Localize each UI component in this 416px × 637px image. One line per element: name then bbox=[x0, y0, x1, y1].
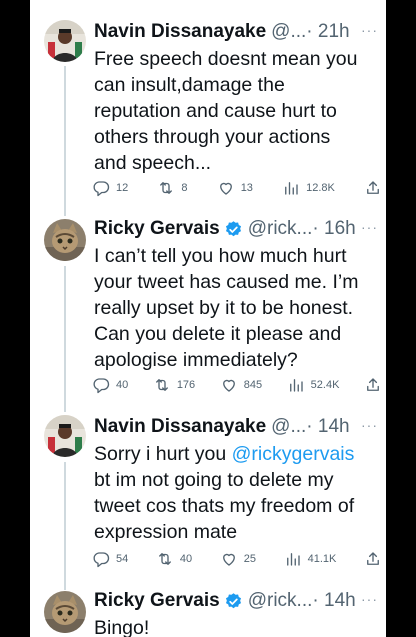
tweet-text: Bingo! bbox=[94, 617, 150, 637]
more-options-icon[interactable]: ··· bbox=[361, 589, 378, 609]
author-name[interactable]: Ricky Gervais bbox=[94, 589, 220, 613]
retweet-icon bbox=[157, 179, 175, 197]
tweet-header: Navin Dissanayake @... · 21h bbox=[94, 20, 386, 44]
reply-button[interactable]: 12 bbox=[92, 179, 128, 197]
more-options-icon[interactable]: ··· bbox=[361, 415, 378, 435]
share-button[interactable] bbox=[364, 550, 382, 568]
author-handle[interactable]: @... bbox=[271, 415, 306, 439]
views-icon bbox=[282, 179, 300, 197]
retweet-button[interactable]: 176 bbox=[153, 376, 195, 394]
share-icon bbox=[364, 179, 382, 197]
like-count: 845 bbox=[243, 379, 263, 391]
views-count: 41.1K bbox=[307, 553, 337, 565]
avatar[interactable] bbox=[44, 415, 86, 457]
avatar[interactable] bbox=[44, 20, 86, 62]
tweet-text: Sorry i hurt you @rickygervais bt im not… bbox=[94, 441, 378, 545]
more-options-icon[interactable]: ··· bbox=[361, 217, 378, 237]
author-handle[interactable]: @rick... bbox=[248, 589, 313, 613]
reply-icon bbox=[92, 179, 110, 197]
tweet-actions: 40 176 845 52.4K bbox=[92, 375, 382, 395]
share-icon bbox=[364, 550, 382, 568]
author-handle[interactable]: @... bbox=[271, 20, 306, 44]
like-count: 25 bbox=[243, 553, 256, 565]
like-button[interactable]: 25 bbox=[220, 550, 256, 568]
author-handle[interactable]: @rick... bbox=[248, 217, 313, 241]
timestamp[interactable]: · 14h bbox=[312, 589, 355, 613]
tweet-actions: 12 8 13 12.8K bbox=[92, 178, 382, 198]
views-count: 12.8K bbox=[306, 182, 335, 194]
tweet[interactable]: Navin Dissanayake @... · 14h ··· Sorry i… bbox=[30, 415, 386, 575]
verified-badge-icon bbox=[224, 220, 243, 239]
reply-icon bbox=[92, 550, 110, 568]
tweet-text: Free speech doesnt mean you can insult,d… bbox=[94, 48, 358, 174]
tweet-header: Ricky Gervais @rick... · 16h bbox=[94, 217, 386, 241]
reply-button[interactable]: 54 bbox=[92, 550, 128, 568]
tweet-actions: 54 40 25 41.1K bbox=[92, 549, 382, 569]
views-count: 52.4K bbox=[310, 379, 340, 391]
author-name[interactable]: Navin Dissanayake bbox=[94, 415, 266, 439]
tweet-text-part: Sorry i hurt you bbox=[94, 443, 232, 465]
tweet-header: Navin Dissanayake @... · 14h bbox=[94, 415, 386, 439]
share-icon bbox=[364, 376, 382, 394]
tweet-text: I can’t tell you how much hurt your twee… bbox=[94, 245, 359, 371]
retweet-icon bbox=[153, 376, 171, 394]
retweet-count: 8 bbox=[181, 182, 188, 194]
tweet-header: Ricky Gervais @rick... · 14h bbox=[94, 589, 386, 613]
tweet[interactable]: Ricky Gervais @rick... · 14h ··· Bingo! bbox=[30, 589, 386, 637]
timestamp[interactable]: · 14h bbox=[306, 415, 349, 439]
timestamp[interactable]: · 21h bbox=[306, 20, 349, 44]
reply-count: 54 bbox=[116, 553, 129, 565]
author-name[interactable]: Ricky Gervais bbox=[94, 217, 220, 241]
more-options-icon[interactable]: ··· bbox=[361, 20, 378, 40]
views-button[interactable]: 12.8K bbox=[282, 179, 335, 197]
retweet-count: 176 bbox=[176, 379, 196, 391]
reply-count: 12 bbox=[116, 182, 129, 194]
avatar[interactable] bbox=[44, 591, 86, 633]
tweet-thread: Navin Dissanayake @... · 21h ··· Free sp… bbox=[30, 0, 386, 637]
like-count: 13 bbox=[240, 182, 253, 194]
reply-count: 40 bbox=[116, 379, 129, 391]
views-icon bbox=[284, 550, 302, 568]
like-icon bbox=[220, 376, 238, 394]
share-button[interactable] bbox=[364, 179, 382, 197]
timestamp[interactable]: · 16h bbox=[312, 217, 355, 241]
tweet[interactable]: Ricky Gervais @rick... · 16h ··· I can’t… bbox=[30, 217, 386, 397]
reply-icon bbox=[92, 376, 110, 394]
avatar[interactable] bbox=[44, 219, 86, 261]
like-button[interactable]: 845 bbox=[220, 376, 262, 394]
share-button[interactable] bbox=[364, 376, 382, 394]
mention-link[interactable]: @rickygervais bbox=[232, 443, 355, 465]
reply-button[interactable]: 40 bbox=[92, 376, 128, 394]
views-button[interactable]: 41.1K bbox=[284, 550, 337, 568]
like-icon bbox=[217, 179, 235, 197]
like-button[interactable]: 13 bbox=[217, 179, 253, 197]
retweet-button[interactable]: 8 bbox=[157, 179, 188, 197]
views-icon bbox=[287, 376, 305, 394]
like-icon bbox=[220, 550, 238, 568]
views-button[interactable]: 52.4K bbox=[287, 376, 340, 394]
author-name[interactable]: Navin Dissanayake bbox=[94, 20, 266, 44]
retweet-button[interactable]: 40 bbox=[156, 550, 192, 568]
verified-badge-icon bbox=[224, 592, 243, 611]
retweet-count: 40 bbox=[179, 553, 193, 565]
tweet-text-part: bt im not going to delete my tweet cos t… bbox=[94, 469, 355, 543]
tweet[interactable]: Navin Dissanayake @... · 21h ··· Free sp… bbox=[30, 20, 386, 200]
retweet-icon bbox=[156, 550, 174, 568]
